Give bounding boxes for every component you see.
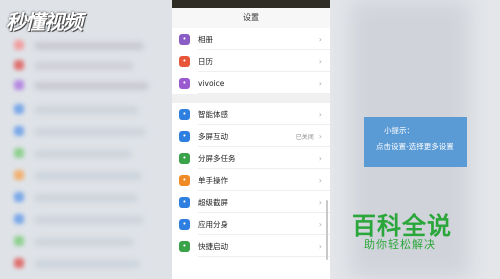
- settings-row[interactable]: • 日历 ›: [172, 50, 330, 72]
- settings-row-value: 已关闭: [295, 133, 314, 141]
- blurred-icon: [14, 258, 24, 268]
- blurred-icon: [14, 40, 24, 50]
- phone-settings-screen: 设置 • 相册 › • 日历 › • vivoice › • 智能体感 › • 多屏互动 已关闭 › • 分屏多…: [172, 0, 330, 279]
- blurred-icon: [14, 104, 24, 114]
- chevron-right-icon: ›: [318, 34, 322, 44]
- settings-row[interactable]: • 智能体感 ›: [172, 103, 330, 125]
- blurred-icon: [14, 80, 24, 90]
- chevron-right-icon: ›: [318, 175, 322, 185]
- settings-row-label: 单手操作: [198, 175, 228, 185]
- settings-row[interactable]: • 应用分身 ›: [172, 213, 330, 235]
- blurred-row: [34, 62, 134, 70]
- settings-row-label: 多屏互动: [198, 131, 228, 141]
- screenshot-icon: •: [179, 196, 190, 208]
- settings-group-features: • 智能体感 › • 多屏互动 已关闭 › • 分屏多任务 › • 单手操作 › • 超级截屏 › • 应用分身 ›…: [172, 103, 330, 257]
- tip-box: 小提示： 点击设置-选择更多设置: [364, 117, 467, 167]
- watermark-logo: 秒懂视频: [6, 10, 83, 34]
- baike-brand: 百科全说 助你轻松解决: [344, 206, 489, 254]
- smart-motion-icon: •: [179, 108, 190, 120]
- blurred-row: [34, 82, 149, 90]
- chevron-right-icon: ›: [318, 56, 322, 66]
- chevron-right-icon: ›: [318, 153, 322, 163]
- blurred-row: [34, 238, 134, 246]
- settings-row-label: vivoice: [198, 78, 225, 88]
- quick-launch-icon: •: [179, 240, 190, 252]
- baike-subtitle: 助你轻松解决: [364, 238, 436, 251]
- settings-row[interactable]: • 快捷启动 ›: [172, 235, 330, 257]
- chevron-right-icon: ›: [318, 197, 322, 207]
- settings-row[interactable]: • 分屏多任务 ›: [172, 147, 330, 169]
- blurred-icon: [14, 148, 24, 158]
- settings-row-label: 分屏多任务: [198, 153, 236, 163]
- settings-row-label: 超级截屏: [198, 197, 228, 207]
- blurred-row: [34, 128, 146, 136]
- settings-row-label: 日历: [198, 56, 213, 66]
- scrollbar[interactable]: [326, 200, 328, 260]
- blurred-icon: [14, 214, 24, 224]
- photos-icon: •: [179, 33, 190, 45]
- settings-row[interactable]: • vivoice ›: [172, 72, 330, 94]
- tip-title: 小提示：: [384, 126, 414, 135]
- settings-row[interactable]: • 超级截屏 ›: [172, 191, 330, 213]
- one-hand-icon: •: [179, 174, 190, 186]
- chevron-right-icon: ›: [318, 131, 322, 141]
- blurred-row: [34, 172, 142, 180]
- multi-screen-icon: •: [179, 130, 190, 142]
- chevron-right-icon: ›: [318, 219, 322, 229]
- chevron-right-icon: ›: [318, 241, 322, 251]
- blurred-icon: [14, 60, 24, 70]
- blurred-background-left: [0, 0, 172, 279]
- tip-body: 点击设置-选择更多设置: [376, 142, 454, 151]
- app-clone-icon: •: [179, 218, 190, 230]
- settings-row[interactable]: • 多屏互动 已关闭 ›: [172, 125, 330, 147]
- chevron-right-icon: ›: [318, 109, 322, 119]
- blurred-icon: [14, 236, 24, 246]
- settings-row-label: 快捷启动: [198, 241, 228, 251]
- blurred-icon: [14, 126, 24, 136]
- section-divider: [172, 94, 330, 103]
- status-bar: [172, 0, 330, 8]
- blurred-row: [34, 42, 144, 50]
- settings-group-apps: • 相册 › • 日历 › • vivoice ›: [172, 28, 330, 94]
- settings-row-label: 相册: [198, 34, 213, 44]
- calendar-icon: •: [179, 55, 190, 67]
- blurred-row: [34, 260, 140, 268]
- blurred-icon: [14, 192, 24, 202]
- settings-row-label: 智能体感: [198, 109, 228, 119]
- blurred-icon: [14, 170, 24, 180]
- settings-row-label: 应用分身: [198, 219, 228, 229]
- blurred-row: [34, 194, 138, 202]
- settings-row[interactable]: • 单手操作 ›: [172, 169, 330, 191]
- blurred-row: [34, 150, 132, 158]
- blurred-row: [34, 216, 144, 224]
- blurred-row: [34, 106, 139, 114]
- chevron-right-icon: ›: [318, 78, 322, 88]
- settings-header-title: 设置: [172, 8, 330, 28]
- split-screen-icon: •: [179, 152, 190, 164]
- settings-row[interactable]: • 相册 ›: [172, 28, 330, 50]
- microphone-icon: •: [179, 77, 190, 89]
